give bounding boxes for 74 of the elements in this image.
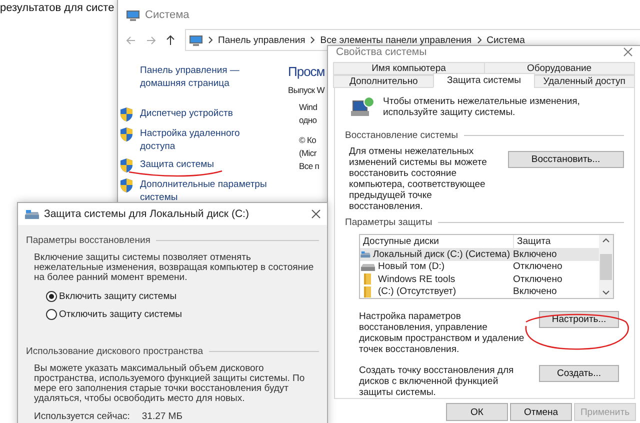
tab[interactable]: Имя компьютера [333,62,484,75]
edition-text: одно [299,114,317,127]
protection-status: Включено [512,286,558,298]
disk-usage-description: Вы можете указать максимальный объем дискового пространства, используемого функцией защиты системы. По мере его заполнения старые точки восстановления будут удаляться, чтобы освободить место для новых. [33,364,306,404]
radio-option[interactable]: Отключить защиту системы [46,309,319,320]
scrollbar[interactable] [599,235,613,298]
create-button[interactable]: Создать... [539,365,619,382]
sidebar-link[interactable]: Защита системы [140,158,214,171]
shield-icon [120,158,133,173]
table-row[interactable]: Новый том (D:) Отключено [360,260,599,273]
computer-shield-icon [351,96,375,118]
create-description: Создать точку восстановления для дисков с включенной функцией защиты системы. [359,365,515,398]
column-header[interactable]: Защита [514,236,599,247]
computer-icon [189,34,203,46]
group-heading: Параметры защиты [345,217,624,228]
group-heading: Восстановление системы [345,130,624,141]
intro-text: Чтобы отменить нежелательные изменения, используйте защиту системы. [383,96,581,118]
protection-status: Включено [512,248,558,260]
copyright-text: (Micr [299,147,316,160]
restore-button[interactable]: Восстановить... [508,151,624,168]
drive-name: Локальный диск (C:) (Система) [372,248,510,260]
scroll-down-icon[interactable] [602,290,610,295]
scroll-up-icon[interactable] [602,238,610,243]
close-button[interactable] [623,47,633,57]
sidebar-link[interactable]: Настройка удаленного доступа [140,127,270,153]
protection-status: Отключено [512,261,564,272]
copyright-text: © Ко [299,134,316,147]
table-row[interactable]: Windows RE tools Отключено [360,273,599,286]
usage-value: 31.27 МБ [142,411,182,422]
protection-status: Отключено [512,274,564,285]
group-heading: Использование дискового пространства [26,346,319,357]
radio-circle[interactable] [46,309,57,320]
sidebar-link[interactable]: Диспетчер устройств [140,107,233,120]
restore-description: Для отмены нежелательных изменений системы вы можете восстановить состояние компьютера, соответствующее предыдущей точке восстановления. [349,146,488,212]
chevron-icon [208,36,213,44]
shield-icon [120,127,133,142]
background-text: результатов для систе [0,2,114,14]
configure-description: Настройка параметров восстановления, управление дисковым пространством и удаление точек восстановления. [359,311,526,355]
computer-icon [126,10,140,20]
chevron-icon [310,36,316,44]
dialog-button[interactable]: Отмена [510,403,572,421]
sidebar-link[interactable]: Дополнительные параметры системы [140,178,270,204]
radio-option[interactable]: Включить защиту системы [46,291,319,302]
home-link[interactable]: Панель управления — домашняя страница [140,64,250,90]
drive-name: Новый том (D:) [378,261,444,272]
drive-icon [24,208,40,220]
page-heading: Просм [288,64,325,79]
usage-label: Используется сейчас: [34,411,130,422]
breadcrumb[interactable]: Панель управления [218,34,306,46]
tab[interactable]: Дополнительно [333,75,434,88]
tab[interactable]: Защита системы [433,73,535,88]
group-heading: Параметры восстановления [26,235,319,246]
edition-label: Выпуск W [288,85,324,95]
radio-circle[interactable] [46,291,57,302]
drive-name: Windows RE tools [378,274,456,285]
table-row[interactable]: (C:) (Отсутствует) Включено [360,286,599,298]
breadcrumb[interactable]: Все элементы панели управления [320,34,472,46]
close-button[interactable] [311,209,321,219]
copyright-text: Все п [299,160,320,173]
dialog-title: Защита системы для Локальный диск (C:) [44,208,249,220]
breadcrumb[interactable]: Система [486,34,525,46]
dialog-button[interactable]: ОК [446,403,508,421]
edition-text: Wind [299,101,318,114]
shield-icon [120,107,133,122]
table-row[interactable]: Локальный диск (C:) (Система) Включено [360,248,599,260]
shield-icon [120,178,133,193]
tab[interactable]: Удаленный доступ [534,75,635,88]
restore-settings-description: Включение защиты системы позволяет отменять нежелательные изменения, возвращая компьютер в состояние на более ранний момент времени. [33,253,315,283]
drive-name: (C:) (Отсутствует) [378,286,456,298]
up-arrow-icon[interactable] [166,35,175,45]
chevron-icon [476,36,482,44]
tab[interactable]: Оборудование [484,62,635,75]
window-title: Система [145,9,190,21]
configure-button[interactable]: Настроить... [539,311,619,328]
